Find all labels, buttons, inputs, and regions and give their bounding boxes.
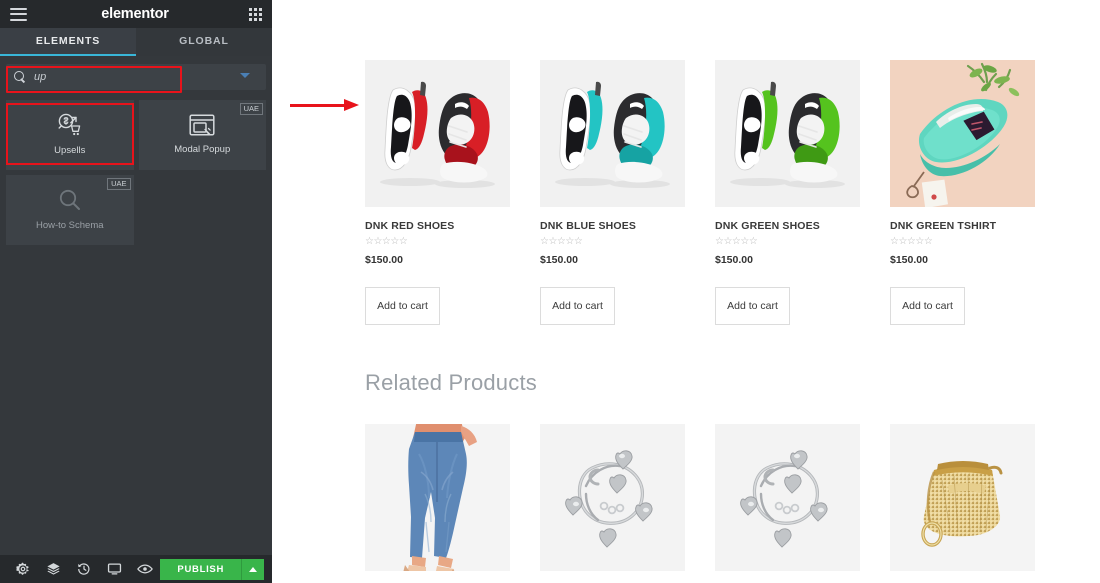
settings-gear-icon[interactable] xyxy=(8,555,38,583)
product-title: DNK RED SHOES xyxy=(365,220,455,232)
widget-label: How-to Schema xyxy=(35,220,104,232)
tab-elements[interactable]: ELEMENTS xyxy=(0,28,136,56)
product-title: DNK GREEN TSHIRT xyxy=(890,220,997,232)
tab-global[interactable]: GLOBAL xyxy=(136,28,272,56)
search-input[interactable] xyxy=(34,71,258,83)
related-products-heading: Related Products xyxy=(365,370,537,395)
elementor-logo-title: elementor xyxy=(101,6,169,22)
related-product-card[interactable]: ANCHOR BRACELET xyxy=(540,424,685,583)
product-image-silver-bracelet xyxy=(540,424,685,571)
related-product-card[interactable]: BLUE DENIM JEANS xyxy=(365,424,510,583)
product-row-upsells: DNK RED SHOES ☆☆☆☆☆ $150.00 Add to cart xyxy=(365,60,1035,325)
search-input-row[interactable] xyxy=(6,64,266,90)
modal-popup-icon xyxy=(189,114,215,136)
add-to-cart-button[interactable]: Add to cart xyxy=(365,287,440,325)
product-rating-stars: ☆☆☆☆☆ xyxy=(365,236,408,247)
product-row-related: BLUE DENIM JEANS xyxy=(365,424,1035,583)
panel-tabs: ELEMENTS GLOBAL xyxy=(0,28,272,56)
elementor-editor-screen: elementor ELEMENTS GLOBAL up Upsells UAE… xyxy=(0,0,1100,583)
product-title: DNK BLUE SHOES xyxy=(540,220,637,232)
widget-grid: Upsells UAE Modal Popup UAE How-to Schem… xyxy=(0,96,272,249)
publish-button[interactable]: PUBLISH xyxy=(160,558,243,580)
search-icon xyxy=(14,70,27,84)
widget-card-upsells[interactable]: Upsells xyxy=(6,100,134,170)
preview-eye-icon[interactable] xyxy=(130,555,160,583)
product-image-blue-shoes xyxy=(540,60,685,207)
product-image-silver-bracelet xyxy=(715,424,860,571)
chevron-down-icon[interactable] xyxy=(240,73,250,78)
add-to-cart-button[interactable]: Add to cart xyxy=(715,287,790,325)
widget-label: Modal Popup xyxy=(174,144,231,156)
elementor-widget-panel: elementor ELEMENTS GLOBAL up Upsells UAE… xyxy=(0,0,272,583)
related-product-card[interactable]: ANCHOR BRACELET xyxy=(715,424,860,583)
widget-label: Upsells xyxy=(54,145,86,157)
add-to-cart-button[interactable]: Add to cart xyxy=(540,287,615,325)
product-rating-stars: ☆☆☆☆☆ xyxy=(715,236,758,247)
product-image-red-shoes xyxy=(365,60,510,207)
product-title: DNK GREEN SHOES xyxy=(715,220,820,232)
product-image-denim-jeans xyxy=(365,424,510,571)
product-price: $150.00 xyxy=(890,254,928,266)
how-to-schema-search-icon xyxy=(59,190,80,211)
grid-apps-icon[interactable] xyxy=(249,7,262,21)
product-card[interactable]: DNK GREEN SHOES ☆☆☆☆☆ $150.00 Add to car… xyxy=(715,60,860,325)
navigator-layers-icon[interactable] xyxy=(38,555,68,583)
widget-search-area xyxy=(0,56,272,96)
product-card[interactable]: DNK RED SHOES ☆☆☆☆☆ $150.00 Add to cart xyxy=(365,60,510,325)
product-card[interactable]: DNK BLUE SHOES ☆☆☆☆☆ $150.00 Add to cart xyxy=(540,60,685,325)
product-card[interactable]: DNK GREEN TSHIRT ☆☆☆☆☆ $150.00 Add to ca… xyxy=(890,60,1035,325)
product-price: $150.00 xyxy=(715,254,753,266)
widget-card-how-to-schema[interactable]: UAE How-to Schema xyxy=(6,175,134,245)
product-rating-stars: ☆☆☆☆☆ xyxy=(540,236,583,247)
product-image-mint-tshirt xyxy=(890,60,1035,207)
panel-header: elementor xyxy=(0,0,272,28)
add-to-cart-button[interactable]: Add to cart xyxy=(890,287,965,325)
product-image-green-shoes xyxy=(715,60,860,207)
widget-card-modal-popup[interactable]: UAE Modal Popup xyxy=(138,100,266,170)
publish-button-group: PUBLISH xyxy=(160,558,265,580)
product-rating-stars: ☆☆☆☆☆ xyxy=(890,236,933,247)
badge-uae: UAE xyxy=(107,178,131,190)
related-product-card[interactable]: BRIGHT GOLD PURSE WITH xyxy=(890,424,1035,583)
upsells-cart-icon xyxy=(58,113,80,136)
product-price: $150.00 xyxy=(365,254,403,266)
badge-uae: UAE xyxy=(239,103,263,115)
publish-options-chevron-up-icon[interactable] xyxy=(242,558,265,580)
page-canvas: DNK RED SHOES ☆☆☆☆☆ $150.00 Add to cart xyxy=(272,0,1100,583)
product-price: $150.00 xyxy=(540,254,578,266)
history-clock-icon[interactable] xyxy=(69,555,99,583)
responsive-monitor-icon[interactable] xyxy=(99,555,129,583)
panel-footer-toolbar: PUBLISH xyxy=(0,555,272,583)
product-image-gold-purse xyxy=(890,424,1035,571)
